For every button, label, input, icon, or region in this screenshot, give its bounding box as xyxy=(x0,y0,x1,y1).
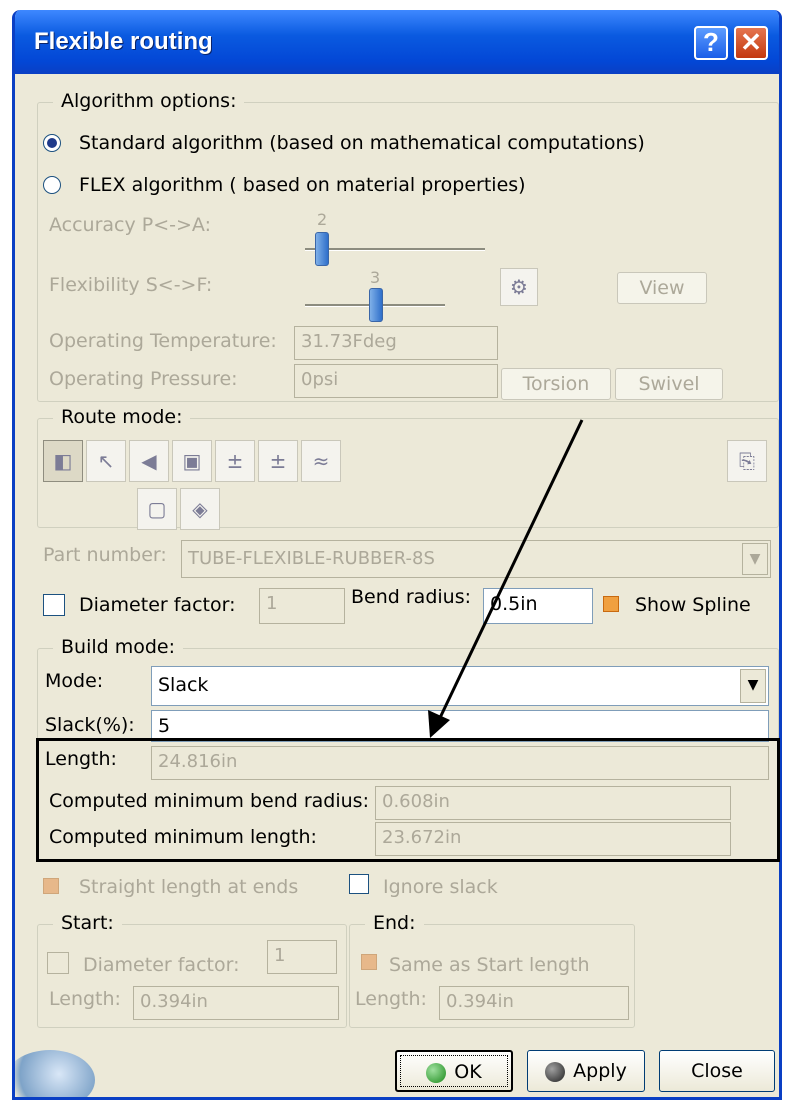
annotation-arrow xyxy=(428,419,584,738)
